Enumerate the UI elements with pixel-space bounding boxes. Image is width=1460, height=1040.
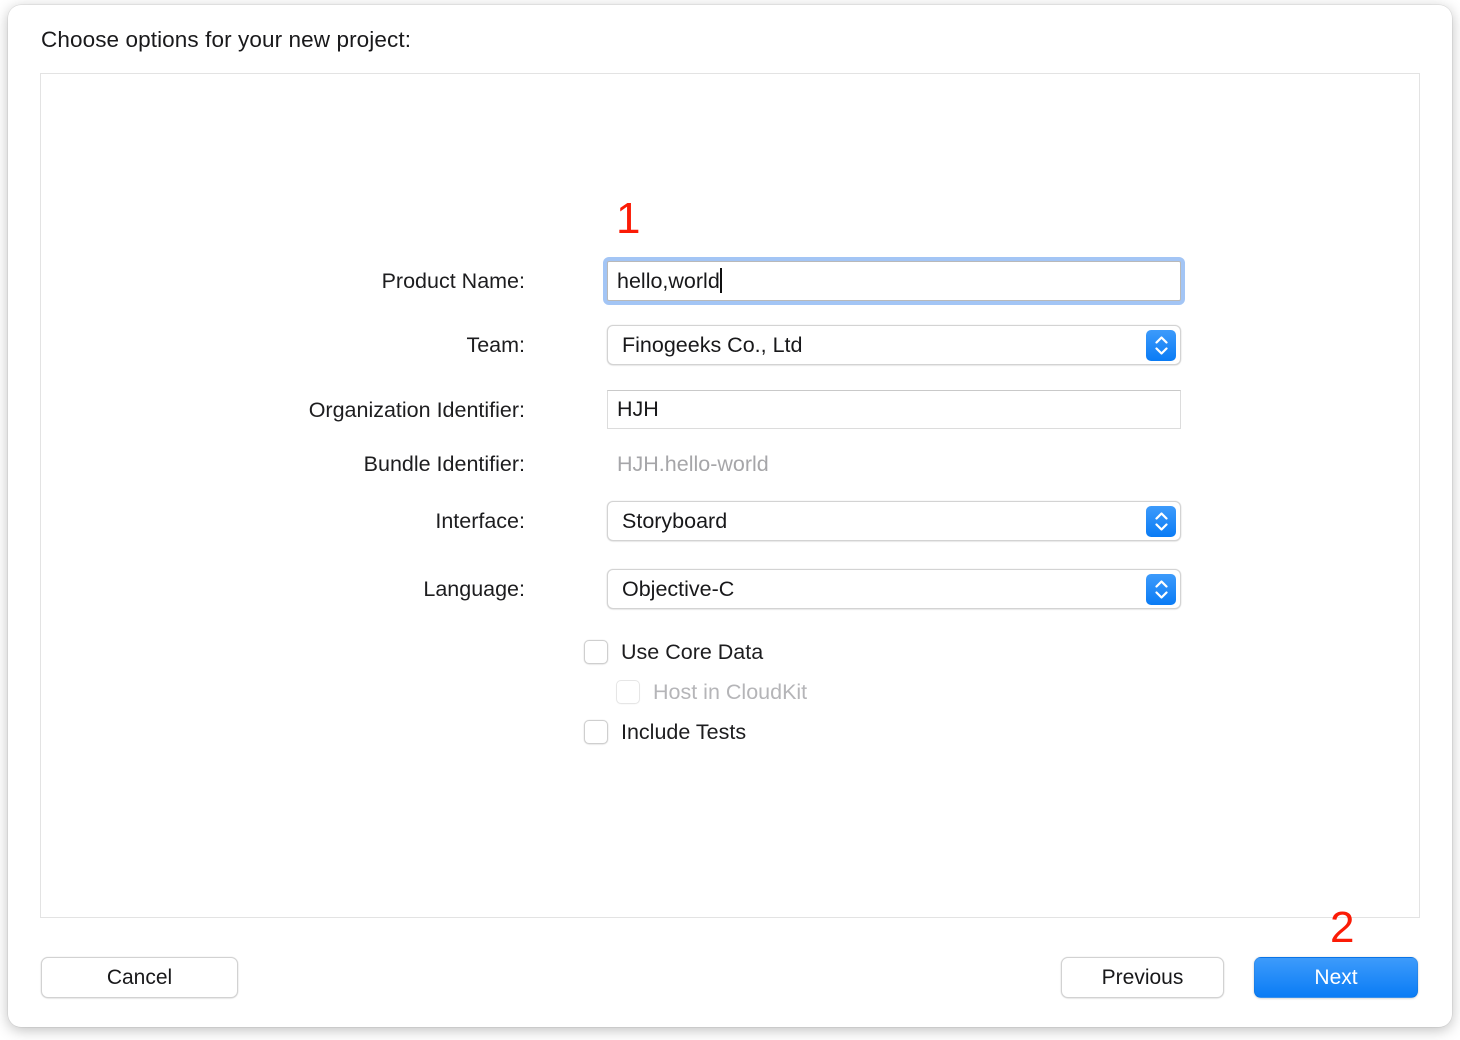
interface-dropdown[interactable]: Storyboard bbox=[607, 501, 1181, 541]
checkbox-label-host-in-cloudkit: Host in CloudKit bbox=[653, 679, 808, 704]
form-row-team: Team: Finogeeks Co., Ltd bbox=[41, 323, 1419, 367]
bundle-identifier-label: Bundle Identifier: bbox=[363, 452, 525, 476]
interface-control: Storyboard bbox=[607, 499, 1181, 543]
team-value: Finogeeks Co., Ltd bbox=[622, 333, 803, 357]
checkbox-host-in-cloudkit: Host in CloudKit bbox=[616, 677, 807, 707]
checkbox-label-include-tests: Include Tests bbox=[621, 719, 747, 744]
chevron-updown-icon[interactable] bbox=[1146, 506, 1176, 537]
language-dropdown[interactable]: Objective-C bbox=[607, 569, 1181, 609]
dialog-title: Choose options for your new project: bbox=[41, 27, 412, 52]
interface-value: Storyboard bbox=[622, 509, 728, 533]
form-row-organization-identifier: Organization Identifier: HJH bbox=[41, 388, 1419, 432]
product-name-label: Product Name: bbox=[381, 269, 525, 293]
options-panel: Product Name: hello,world Team: Finogeek… bbox=[40, 73, 1420, 918]
checkbox-use-core-data[interactable]: Use Core Data bbox=[584, 637, 763, 667]
product-name-input[interactable]: hello,world bbox=[607, 261, 1181, 301]
cancel-button[interactable]: Cancel bbox=[41, 957, 238, 998]
text-caret bbox=[720, 268, 722, 293]
organization-identifier-input[interactable]: HJH bbox=[607, 390, 1181, 429]
language-control: Objective-C bbox=[607, 567, 1181, 611]
checkbox-box-icon bbox=[616, 680, 640, 704]
form-row-product-name: Product Name: hello,world bbox=[41, 257, 1419, 305]
interface-label: Interface: bbox=[435, 509, 525, 533]
annotation-number-2: 2 bbox=[1330, 903, 1355, 952]
bundle-identifier-control: HJH.hello-world bbox=[607, 442, 1181, 486]
product-name-focus-ring: hello,world bbox=[603, 257, 1185, 305]
team-dropdown[interactable]: Finogeeks Co., Ltd bbox=[607, 325, 1181, 365]
language-value: Objective-C bbox=[622, 577, 735, 601]
next-button[interactable]: Next bbox=[1254, 957, 1418, 998]
language-label: Language: bbox=[423, 577, 525, 601]
checkbox-box-icon[interactable] bbox=[584, 640, 608, 664]
chevron-updown-icon[interactable] bbox=[1146, 330, 1176, 361]
new-project-options-dialog: Choose options for your new project: Pro… bbox=[8, 5, 1452, 1027]
product-name-control: hello,world bbox=[603, 257, 1185, 305]
form-row-interface: Interface: Storyboard bbox=[41, 499, 1419, 543]
organization-identifier-label: Organization Identifier: bbox=[308, 398, 525, 422]
form-row-bundle-identifier: Bundle Identifier: HJH.hello-world bbox=[41, 442, 1419, 486]
form-row-language: Language: Objective-C bbox=[41, 567, 1419, 611]
chevron-updown-icon[interactable] bbox=[1146, 574, 1176, 605]
team-label: Team: bbox=[466, 333, 525, 357]
organization-identifier-control: HJH bbox=[607, 388, 1181, 432]
checkbox-box-icon[interactable] bbox=[584, 720, 608, 744]
annotation-number-1: 1 bbox=[616, 194, 641, 243]
product-name-value: hello,world bbox=[617, 269, 720, 293]
team-control: Finogeeks Co., Ltd bbox=[607, 323, 1181, 367]
previous-button[interactable]: Previous bbox=[1061, 957, 1224, 998]
bundle-identifier-value: HJH.hello-world bbox=[617, 452, 769, 476]
checkbox-include-tests[interactable]: Include Tests bbox=[584, 717, 746, 747]
checkbox-label-use-core-data: Use Core Data bbox=[621, 639, 764, 664]
